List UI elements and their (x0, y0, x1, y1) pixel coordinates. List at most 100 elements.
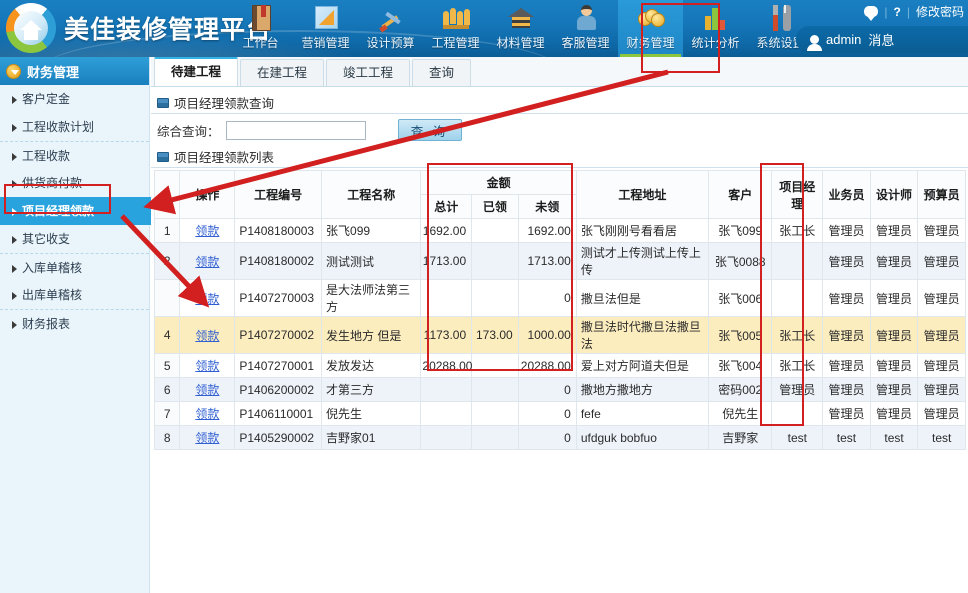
people-group-icon (441, 3, 471, 33)
query-button[interactable]: 查 询 (398, 119, 462, 141)
th-name: 工程名称 (322, 171, 421, 219)
circle-arrow-down-icon (6, 64, 21, 79)
tab-pending-projects[interactable]: 待建工程 (154, 57, 238, 86)
withdraw-link[interactable]: 领款 (195, 292, 219, 306)
withdraw-link[interactable]: 领款 (195, 359, 219, 373)
cell-amount-total (421, 426, 472, 450)
cell-amount-total: 1173.00 (421, 317, 472, 354)
query-panel-title-label: 项目经理领款查询 (174, 93, 274, 112)
sidebar-item-outbound-audit[interactable]: 出库单稽核 (0, 281, 149, 309)
withdraw-link[interactable]: 领款 (195, 407, 219, 421)
main-navigation: 工作台 营销管理 设计预算 工程管理 材料管理 客服管理 (228, 0, 813, 57)
table-row[interactable]: 1领款P1408180003张飞0991692.001692.00张飞刚刚号看看… (155, 219, 966, 243)
sidebar-item-other-income-expense[interactable]: 其它收支 (0, 225, 149, 253)
sidebar-item-receivable-plan[interactable]: 工程收款计划 (0, 113, 149, 141)
cell-project-code: P1406110001 (235, 402, 322, 426)
cell-designer: 管理员 (870, 378, 918, 402)
table-row[interactable]: 7领款P1406110001倪先生0fefe倪先生管理员管理员管理员 (155, 402, 966, 426)
cell-salesperson: 管理员 (823, 280, 871, 317)
tab-query[interactable]: 查询 (412, 59, 471, 86)
cell-estimator: 管理员 (918, 378, 966, 402)
cell-customer: 倪先生 (708, 402, 771, 426)
cell-action[interactable]: 领款 (180, 219, 235, 243)
th-estimator: 预算员 (918, 171, 966, 219)
sidebar-item-label: 供货商付款 (22, 176, 82, 190)
cell-row-index: 8 (155, 426, 180, 450)
tab-ongoing-projects[interactable]: 在建工程 (240, 59, 324, 86)
cell-action[interactable]: 领款 (180, 354, 235, 378)
table-head: 操作 工程编号 工程名称 金额 工程地址 客户 项目经理 业务员 设计师 预算员… (155, 171, 966, 219)
cell-amount-received (472, 354, 519, 378)
nav-item-material[interactable]: 材料管理 (488, 0, 553, 57)
table-row[interactable]: 4领款P1407270002发生地方 但是1173.00173.001000.0… (155, 317, 966, 354)
speech-bubble-icon[interactable] (864, 6, 878, 17)
messages-link[interactable]: 消息 (868, 30, 894, 49)
cell-action[interactable]: 领款 (180, 426, 235, 450)
cell-estimator: 管理员 (918, 402, 966, 426)
cell-designer: test (870, 426, 918, 450)
table-row[interactable]: 2领款P1408180002测试测试1713.001713.00测试才上传测试上… (155, 243, 966, 280)
withdraw-link[interactable]: 领款 (195, 255, 219, 269)
sidebar-menu: 客户定金 工程收款计划 工程收款 供货商付款 项目经理领款 其它收支 入库单稽核… (0, 85, 149, 337)
table-row[interactable]: 5领款P1407270001发放发达20288.0020288.00爱上对方阿道… (155, 354, 966, 378)
headset-agent-icon (571, 3, 601, 33)
cell-action[interactable]: 领款 (180, 243, 235, 280)
th-action: 操作 (180, 171, 235, 219)
cell-amount-received (472, 378, 519, 402)
withdraw-link[interactable]: 领款 (195, 431, 219, 445)
cell-customer: 密码002 (708, 378, 771, 402)
nav-item-design-budget[interactable]: 设计预算 (358, 0, 423, 57)
cell-amount-received (472, 402, 519, 426)
tab-bar: 待建工程 在建工程 竣工工程 查询 (151, 57, 968, 87)
th-project-manager: 项目经理 (772, 171, 823, 219)
cell-designer: 管理员 (870, 354, 918, 378)
cell-project-code: P1408180002 (235, 243, 322, 280)
sidebar-item-inbound-audit[interactable]: 入库单稽核 (0, 253, 149, 281)
sidebar-item-customer-deposit[interactable]: 客户定金 (0, 85, 149, 113)
cell-action[interactable]: 领款 (180, 280, 235, 317)
cell-designer: 管理员 (870, 402, 918, 426)
cell-action[interactable]: 领款 (180, 378, 235, 402)
th-customer: 客户 (708, 171, 771, 219)
cell-amount-total (421, 280, 472, 317)
change-password-link[interactable]: 修改密码 (916, 3, 964, 20)
nav-item-workbench[interactable]: 工作台 (228, 0, 293, 57)
nav-item-service[interactable]: 客服管理 (553, 0, 618, 57)
withdraw-link[interactable]: 领款 (195, 329, 219, 343)
panel-icon (157, 152, 169, 162)
table-container: 操作 工程编号 工程名称 金额 工程地址 客户 项目经理 业务员 设计师 预算员… (151, 170, 968, 450)
cell-action[interactable]: 领款 (180, 317, 235, 354)
cell-estimator: 管理员 (918, 317, 966, 354)
th-code: 工程编号 (235, 171, 322, 219)
cell-amount-unreceived: 1713.00 (518, 243, 576, 280)
search-input[interactable] (226, 121, 366, 140)
cell-row-index: 5 (155, 354, 180, 378)
withdraw-link[interactable]: 领款 (195, 383, 219, 397)
th-amount-group: 金额 (421, 171, 576, 195)
cell-project-name: 是大法师法第三方 (322, 280, 421, 317)
cell-project-address: 撒地方撒地方 (576, 378, 708, 402)
withdraw-link[interactable]: 领款 (195, 224, 219, 238)
nav-item-statistics[interactable]: 统计分析 (683, 0, 748, 57)
question-mark-icon[interactable]: ? (894, 5, 901, 19)
table-row[interactable]: 6领款P1406200002才第三方0撒地方撒地方密码002管理员管理员管理员管… (155, 378, 966, 402)
cell-customer: 张飞005 (708, 317, 771, 354)
sidebar-header[interactable]: 财务管理 (0, 57, 149, 85)
cell-project-address: 张飞刚刚号看看居 (576, 219, 708, 243)
nav-label: 营销管理 (301, 34, 349, 51)
table-row[interactable]: 领款P1407270003是大法师法第三方0撒旦法但是张飞006管理员管理员管理… (155, 280, 966, 317)
table-row[interactable]: 8领款P1405290002吉野家010ufdguk bobfuo吉野家test… (155, 426, 966, 450)
sidebar-item-project-receipt[interactable]: 工程收款 (0, 141, 149, 169)
cell-project-name: 倪先生 (322, 402, 421, 426)
sidebar-item-financial-report[interactable]: 财务报表 (0, 309, 149, 337)
nav-item-finance[interactable]: 财务管理 (618, 0, 683, 57)
cell-action[interactable]: 领款 (180, 402, 235, 426)
nav-item-project[interactable]: 工程管理 (423, 0, 488, 57)
cell-estimator: 管理员 (918, 354, 966, 378)
sidebar-item-manager-withdrawal[interactable]: 项目经理领款 (0, 197, 149, 225)
nav-label: 材料管理 (496, 34, 544, 51)
sidebar-item-supplier-payment[interactable]: 供货商付款 (0, 169, 149, 197)
cell-row-index: 1 (155, 219, 180, 243)
tab-completed-projects[interactable]: 竣工工程 (326, 59, 410, 86)
nav-item-marketing[interactable]: 营销管理 (293, 0, 358, 57)
